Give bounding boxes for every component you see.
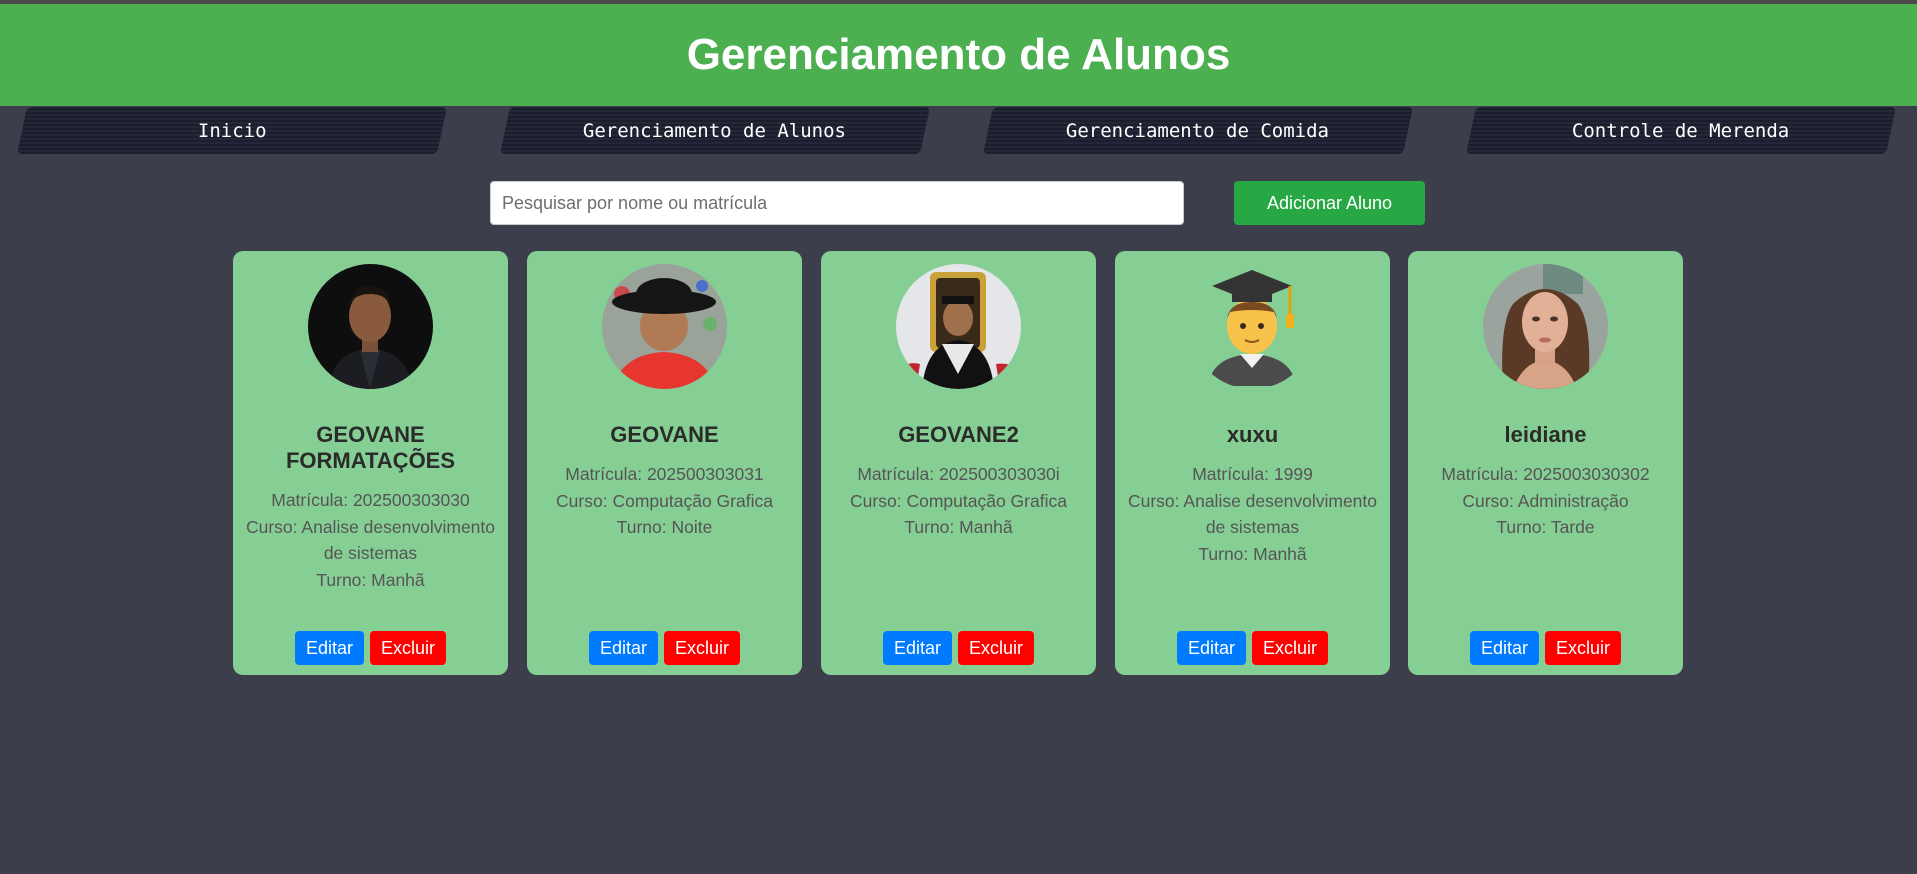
- student-avatar: [896, 264, 1021, 389]
- card-actions: Editar Excluir: [1408, 631, 1683, 665]
- student-avatar: [308, 264, 433, 389]
- page-title: Gerenciamento de Alunos: [686, 30, 1231, 79]
- student-avatar: [602, 264, 727, 389]
- student-avatar: [1483, 264, 1608, 389]
- student-curso: Curso: Analise desenvolvimento de sistem…: [245, 516, 496, 564]
- edit-button[interactable]: Editar: [588, 631, 658, 665]
- student-turno: Turno: Manhã: [904, 517, 1013, 537]
- student-turno: Turno: Manhã: [316, 569, 425, 590]
- student-curso: Curso: Computação Grafica: [850, 490, 1067, 511]
- delete-button[interactable]: Excluir: [958, 631, 1035, 665]
- delete-button[interactable]: Excluir: [1252, 631, 1329, 665]
- nav-item-controle-merenda[interactable]: Controle de Merenda: [1466, 107, 1896, 154]
- student-info: Matrícula: 2025003030302 Curso: Administ…: [1416, 461, 1675, 541]
- edit-button[interactable]: Editar: [294, 631, 364, 665]
- student-name: GEOVANE: [610, 422, 719, 447]
- main-nav: Inicio Gerenciamento de Alunos Gerenciam…: [0, 106, 1917, 156]
- add-student-button[interactable]: Adicionar Aluno: [1234, 181, 1425, 225]
- student-info: Matrícula: 1999 Curso: Analise desenvolv…: [1123, 461, 1382, 567]
- search-input[interactable]: [490, 181, 1184, 225]
- delete-button[interactable]: Excluir: [370, 631, 447, 665]
- student-card: GEOVANE FORMATAÇÕES Matrícula: 202500303…: [233, 251, 508, 675]
- delete-button[interactable]: Excluir: [664, 631, 741, 665]
- student-curso: Curso: Administração: [1462, 490, 1629, 511]
- student-info: Matrícula: 202500303031 Curso: Computaçã…: [535, 461, 794, 541]
- student-matricula: Matrícula: 202500303030: [271, 490, 470, 510]
- student-info: Matrícula: 202500303030i Curso: Computaç…: [829, 461, 1088, 541]
- nav-item-inicio[interactable]: Inicio: [17, 107, 447, 154]
- nav-item-gerenciamento-comida[interactable]: Gerenciamento de Comida: [983, 107, 1413, 154]
- student-matricula: Matrícula: 202500303031: [565, 464, 764, 484]
- student-matricula: Matrícula: 1999: [1192, 464, 1313, 484]
- student-curso: Curso: Computação Grafica: [556, 490, 773, 511]
- student-card: GEOVANE2 Matrícula: 202500303030i Curso:…: [821, 251, 1096, 675]
- student-card: GEOVANE Matrícula: 202500303031 Curso: C…: [527, 251, 802, 675]
- edit-button[interactable]: Editar: [1176, 631, 1246, 665]
- nav-item-gerenciamento-alunos[interactable]: Gerenciamento de Alunos: [500, 107, 930, 154]
- edit-button[interactable]: Editar: [1469, 631, 1539, 665]
- student-name: GEOVANE FORMATAÇÕES: [285, 422, 456, 473]
- student-card: xuxu Matrícula: 1999 Curso: Analise dese…: [1115, 251, 1390, 675]
- student-card: leidiane Matrícula: 2025003030302 Curso:…: [1408, 251, 1683, 675]
- student-turno: Turno: Tarde: [1496, 517, 1595, 537]
- student-turno: Turno: Manhã: [1198, 543, 1307, 564]
- delete-button[interactable]: Excluir: [1545, 631, 1622, 665]
- card-actions: Editar Excluir: [527, 631, 802, 665]
- student-name: GEOVANE2: [898, 422, 1019, 447]
- card-actions: Editar Excluir: [233, 631, 508, 665]
- edit-button[interactable]: Editar: [882, 631, 952, 665]
- graduate-icon: [1190, 264, 1315, 389]
- student-info: Matrícula: 202500303030 Curso: Analise d…: [241, 487, 500, 593]
- student-matricula: Matrícula: 202500303030i: [857, 464, 1060, 484]
- nav-item-label: Gerenciamento de Comida: [1066, 119, 1330, 142]
- student-name: leidiane: [1504, 422, 1587, 447]
- card-actions: Editar Excluir: [1115, 631, 1390, 665]
- page-header: Gerenciamento de Alunos: [0, 4, 1917, 106]
- nav-item-label: Gerenciamento de Alunos: [583, 119, 847, 142]
- student-matricula: Matrícula: 2025003030302: [1441, 464, 1650, 484]
- nav-item-label: Inicio: [197, 119, 267, 142]
- card-actions: Editar Excluir: [821, 631, 1096, 665]
- student-name: xuxu: [1226, 422, 1279, 447]
- student-curso: Curso: Analise desenvolvimento de sistem…: [1127, 490, 1378, 538]
- nav-item-label: Controle de Merenda: [1572, 119, 1790, 142]
- student-turno: Turno: Noite: [616, 517, 713, 537]
